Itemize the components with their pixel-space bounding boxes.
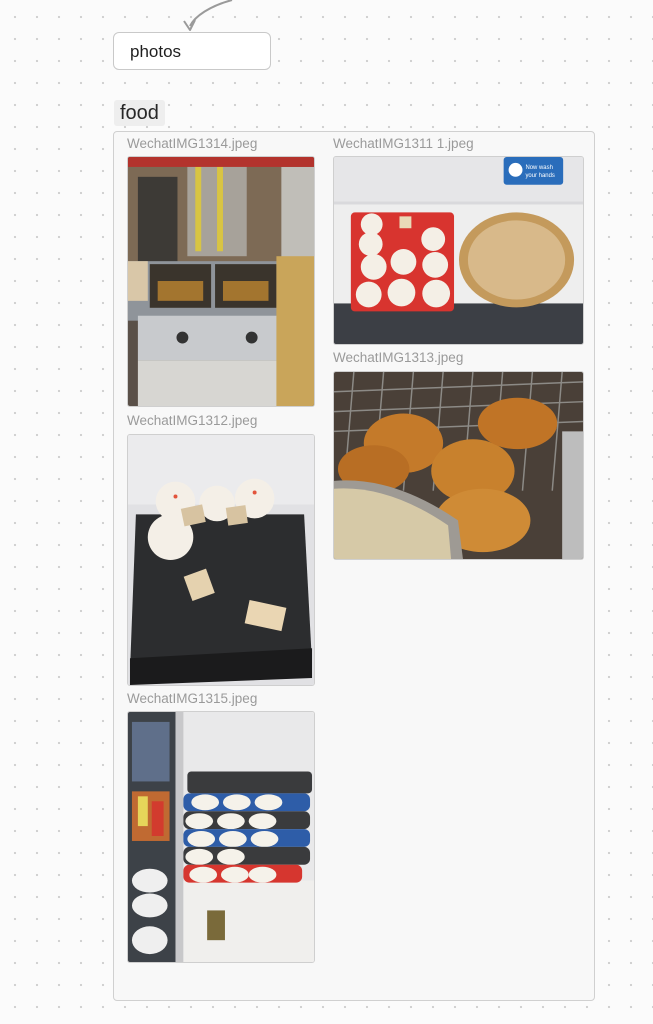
fryer-stall-image [128, 157, 314, 406]
group-title[interactable]: food [114, 100, 165, 126]
sign-text: Now wash [525, 165, 552, 171]
photo-buns-red-tray[interactable]: Now wash your hands [333, 156, 584, 345]
connector-arrow [183, 0, 233, 31]
photo-fried-fritters[interactable] [333, 371, 584, 560]
photo-fryer-stall[interactable] [127, 156, 315, 407]
image-filename-label: WechatIMG1313.jpeg [333, 350, 464, 365]
fried-fritters-image [334, 372, 583, 559]
stacked-trays-image [128, 712, 314, 962]
image-filename-label: WechatIMG1314.jpeg [127, 136, 258, 151]
photos-card-label: photos [130, 42, 182, 61]
buns-black-tray-image [128, 435, 314, 685]
sign-text: your hands [525, 173, 554, 179]
image-filename-label: WechatIMG1315.jpeg [127, 691, 258, 706]
photo-buns-black-tray[interactable] [127, 434, 315, 686]
photo-stacked-trays[interactable] [127, 711, 315, 963]
image-filename-label: WechatIMG1311 1.jpeg [333, 136, 474, 151]
image-filename-label: WechatIMG1312.jpeg [127, 413, 258, 428]
photos-card[interactable]: photos [113, 32, 271, 70]
buns-red-tray-image: Now wash your hands [334, 157, 583, 344]
